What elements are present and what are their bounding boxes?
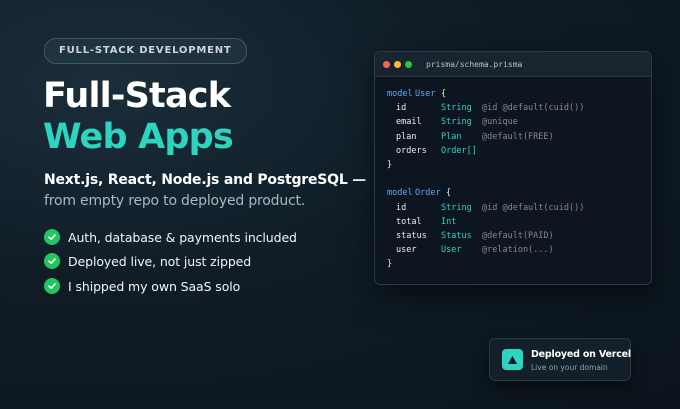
code-token: @relation(...) [482,245,554,256]
code-token: @unique [482,117,518,128]
toast-subtitle: Live on your domain [531,363,608,372]
triangle-icon [502,349,523,370]
toast-title: Deployed on Vercel [531,349,631,360]
code-token: Order[] [441,145,477,156]
feature-label: I shipped my own SaaS solo [68,278,241,294]
subtitle-line-2: from empty repo to deployed product. [44,193,306,209]
subtitle-line-1: Next.js, React, Node.js and PostgreSQL — [44,172,367,188]
minimize-dot-icon[interactable] [394,60,401,68]
feature-item: I shipped my own SaaS solo [44,278,240,294]
code-token: id [396,103,407,114]
code-token: plan [396,131,417,142]
code-token: Int [441,216,457,227]
code-token: } [387,160,393,170]
close-dot-icon[interactable] [383,60,390,68]
feature-label: Auth, database & payments included [68,229,297,245]
headline-line-2: Web Apps [43,117,234,157]
code-token: Plan [441,131,462,142]
check-icon [44,229,60,245]
feature-item: Deployed live, not just zipped [44,253,251,269]
deploy-toast: Deployed on Vercel Live on your domain [489,338,631,381]
code-token: Order [415,188,441,199]
editor-filename: prisma/schema.prisma [426,59,523,69]
code-token: { [441,89,447,99]
code-token: @default(PAID) [482,231,554,241]
check-icon [44,253,60,269]
code-token: String [441,117,472,128]
code-token: id [396,202,407,213]
code-token: model [387,188,413,199]
code-token: { [446,188,452,199]
check-icon [44,278,60,294]
code-token: @id @default(cuid()) [482,103,585,114]
code-token: @id @default(cuid()) [482,202,585,213]
code-token: User [415,89,436,99]
code-token: user [396,245,417,256]
code-token: Status [441,231,472,241]
code-token: total [396,216,422,227]
code-token: String [441,103,472,114]
editor-title-bar: prisma/schema.prisma [375,52,651,77]
category-badge: FULL-STACK DEVELOPMENT [44,38,247,64]
code-token: User [441,245,462,256]
code-token: model [387,89,413,99]
code-token: status [396,231,427,241]
code-token: @default(FREE) [482,131,554,142]
code-token: orders [396,145,427,156]
headline-line-1: Full-Stack [43,76,231,116]
code-token: String [441,202,472,213]
maximize-dot-icon[interactable] [405,60,412,68]
code-token: email [396,117,422,128]
code-editor-window: prisma/schema.prisma model User{id String @… [374,51,652,285]
feature-label: Deployed live, not just zipped [68,253,252,269]
code-token: } [387,259,393,270]
feature-item: Auth, database & payments included [44,229,297,245]
